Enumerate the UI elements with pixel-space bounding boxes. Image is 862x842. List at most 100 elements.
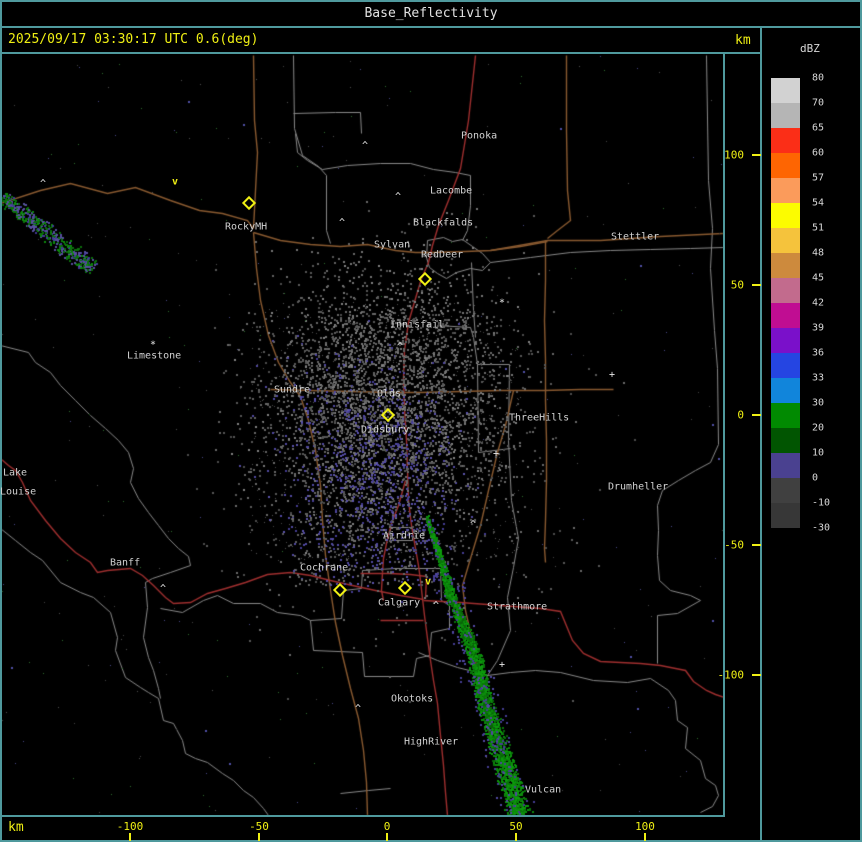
city-label-innisfail: Innisfail	[390, 319, 445, 331]
window-title: Base_Reflectivity	[364, 6, 498, 21]
colorbar-value-label: 51	[812, 222, 825, 234]
city-label-calgary: Calgary	[378, 597, 421, 609]
right-axis-tick-label: 50	[730, 278, 744, 292]
colorbar-block	[771, 78, 800, 103]
peak-marker: ^	[159, 583, 167, 595]
map-right-border	[723, 52, 725, 817]
colorbar-value-label: 48	[812, 247, 825, 259]
colorbar-value-label: 57	[812, 172, 825, 184]
checkpoint-marker: v	[171, 176, 179, 188]
city-label-drumheller: Drumheller	[608, 481, 669, 493]
colorbar-value-label: 60	[812, 147, 825, 159]
colorbar-block	[771, 228, 800, 253]
checkpoint-marker: v	[424, 576, 432, 588]
right-axis-unit-label: km	[735, 33, 751, 48]
colorbar-value-label: 70	[812, 97, 825, 109]
colorbar-divider-line	[760, 28, 762, 842]
colorbar-value-label: 10	[812, 447, 825, 459]
city-label-ponoka: Ponoka	[461, 130, 498, 142]
city-label-cochrane: Cochrane	[300, 562, 349, 574]
cross-marker: +	[492, 448, 500, 460]
right-axis-tick-mark	[752, 674, 761, 676]
peak-marker: ^	[432, 600, 440, 612]
star-marker: *	[498, 297, 506, 309]
colorbar-block	[771, 503, 800, 528]
colorbar-block	[771, 428, 800, 453]
colorbar-value-label: -30	[812, 522, 831, 534]
right-axis-tick-label: 0	[737, 408, 744, 422]
frame-left-border	[0, 0, 2, 842]
colorbar-block	[771, 203, 800, 228]
peak-marker: ^	[396, 341, 404, 353]
city-label-rockymh: RockyMH	[225, 221, 268, 233]
frame-top-border	[0, 0, 862, 2]
city-label-banff: Banff	[110, 557, 141, 569]
peak-marker: ^	[338, 217, 346, 229]
colorbar-block	[771, 403, 800, 428]
city-label-sylvan: Sylvan	[374, 239, 411, 251]
colorbar-block	[771, 253, 800, 278]
right-axis-tick-label: -50	[724, 538, 744, 552]
city-label-blackfalds: Blackfalds	[413, 217, 474, 229]
dbz-colorbar-panel: dBZ 80 70 65 60 57 54 51 48 45 42 39 36 33 30 20 10 0 -10…	[762, 28, 862, 840]
map-top-border	[0, 52, 762, 54]
peak-marker: ^	[361, 140, 369, 152]
radar-map-panel: Ponoka Lacombe Blackfalds Sylvan RedDeer Stet…	[0, 53, 725, 816]
city-label-didsbury: Didsbury	[361, 424, 410, 436]
colorbar-value-label: 42	[812, 297, 825, 309]
bottom-axis-tick-label: 50	[509, 820, 523, 833]
peak-marker: ^	[39, 178, 47, 190]
map-bottom-border	[0, 815, 725, 817]
peak-marker: ^	[394, 191, 402, 203]
bottom-axis-tick-mark	[515, 833, 517, 841]
colorbar-block	[771, 103, 800, 128]
colorbar-value-label: -10	[812, 497, 831, 509]
city-label-strathmore: Strathmore	[487, 601, 548, 613]
colorbar-value-label: 36	[812, 347, 825, 359]
city-label-olds: Olds	[377, 388, 402, 400]
colorbar-value-label: 54	[812, 197, 825, 209]
scan-timestamp: 2025/09/17 03:30:17 UTC 0.6(deg)	[8, 32, 259, 47]
peak-marker: ^	[469, 519, 477, 531]
colorbar-block	[771, 128, 800, 153]
colorbar-block	[771, 478, 800, 503]
colorbar-value-label: 80	[812, 72, 825, 84]
colorbar-block	[771, 378, 800, 403]
cross-marker: +	[498, 659, 506, 671]
right-axis-tick-mark	[752, 414, 761, 416]
right-axis-tick-mark	[752, 544, 761, 546]
colorbar-value-label: 39	[812, 322, 825, 334]
colorbar-block	[771, 328, 800, 353]
colorbar-block	[771, 303, 800, 328]
city-label-okotoks: Okotoks	[391, 693, 434, 705]
bottom-axis-tick-mark	[129, 833, 131, 841]
bottom-axis-tick-mark	[386, 833, 388, 841]
city-label-sundre: Sundre	[274, 384, 311, 396]
star-marker: *	[149, 339, 157, 351]
colorbar-value-label: 65	[812, 122, 825, 134]
bottom-axis-tick-label: 0	[383, 820, 391, 833]
colorbar-value-label: 0	[812, 472, 819, 484]
radar-app-window: Base_Reflectivity 2025/09/17 03:30:17 UT…	[0, 0, 862, 842]
colorbar-block	[771, 153, 800, 178]
colorbar-block	[771, 278, 800, 303]
city-label-limestone: Limestone	[127, 350, 182, 362]
bottom-axis-tick-label: 100	[635, 820, 655, 833]
right-axis-tick-mark	[752, 154, 761, 156]
right-axis-tick-label: 100	[724, 148, 744, 162]
city-label-vulcan: Vulcan	[525, 784, 562, 796]
city-label-stettler: Stettler	[611, 231, 660, 243]
title-divider-line	[0, 26, 862, 28]
bottom-axis-unit-label: km	[8, 820, 24, 835]
bottom-axis-tick-mark	[644, 833, 646, 841]
colorbar-value-label: 20	[812, 422, 825, 434]
city-label-lacombe: Lacombe	[430, 185, 473, 197]
city-label-highriver: HighRiver	[404, 736, 459, 748]
city-label-airdrie: Airdrie	[383, 530, 426, 542]
colorbar-block	[771, 178, 800, 203]
city-label-lake: Lake	[3, 467, 28, 479]
colorbar-value-label: 30	[812, 397, 825, 409]
peak-marker: ^	[354, 703, 362, 715]
city-label-threehills: ThreeHills	[509, 412, 570, 424]
bottom-axis-tick-label: -100	[116, 820, 144, 833]
